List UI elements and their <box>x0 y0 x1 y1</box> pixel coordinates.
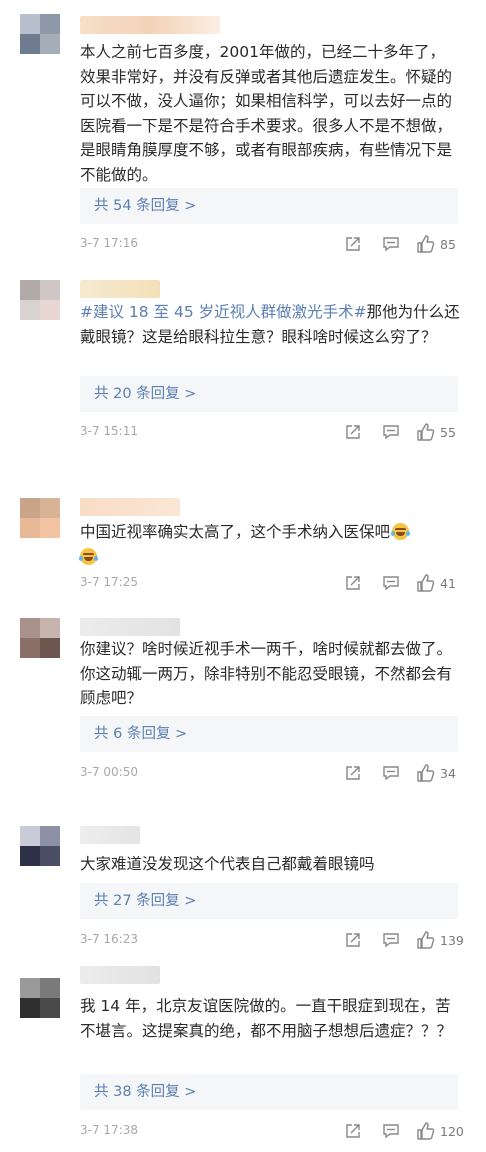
comment-time: 3-7 16:23 <box>80 932 138 946</box>
avatar[interactable] <box>20 498 60 538</box>
comment-time: 3-7 17:25 <box>80 575 138 589</box>
like-count: 120 <box>440 1123 464 1139</box>
like-count: 55 <box>440 424 456 440</box>
share-button[interactable] <box>344 929 362 951</box>
thumbs-up-icon <box>417 1122 435 1140</box>
comment-button[interactable] <box>382 929 400 951</box>
avatar[interactable] <box>20 978 60 1018</box>
thumbs-up-icon <box>417 764 435 782</box>
like-button[interactable]: 139 <box>416 929 464 951</box>
like-button[interactable]: 120 <box>416 1120 464 1142</box>
share-button[interactable] <box>344 762 362 784</box>
like-count: 139 <box>440 932 464 948</box>
comment-button[interactable] <box>382 762 400 784</box>
username-blurred[interactable] <box>80 826 140 844</box>
replies-link[interactable]: 共 20 条回复 > <box>80 376 458 412</box>
comment-button[interactable] <box>382 1120 400 1142</box>
comment-meta: 3-7 00:50 34 <box>80 762 464 784</box>
comment-icon <box>383 933 399 948</box>
share-icon <box>346 1124 360 1138</box>
comment-text: 你建议？啥时候近视手术一两千，啥时候就都去做了。你这动辄一两万，除非特别不能忍受… <box>80 640 453 707</box>
like-count: 85 <box>440 236 456 252</box>
like-button[interactable]: 41 <box>416 572 456 594</box>
comment-text: 本人之前七百多度，2001年做的，已经二十多年了，效果非常好，并没有反弹或者其他… <box>80 43 453 184</box>
comment-body: 中国近视率确实太高了，这个手术纳入医保吧 <box>80 523 391 541</box>
share-button[interactable] <box>344 1120 362 1142</box>
comment-meta: 3-7 17:38 120 <box>80 1120 464 1142</box>
replies-link[interactable]: 共 54 条回复 > <box>80 188 458 224</box>
comment-meta: 3-7 16:23 139 <box>80 929 464 951</box>
comment-text: #建议 18 至 45 岁近视人群做激光手术#那他为什么还戴眼镜？这是给眼科拉生… <box>80 300 460 349</box>
avatar[interactable] <box>20 618 60 658</box>
username-blurred[interactable] <box>80 16 220 34</box>
thumbs-up-icon <box>417 574 435 592</box>
username-blurred[interactable] <box>80 966 160 984</box>
thumbs-up-icon <box>417 931 435 949</box>
comment-icon <box>383 576 399 591</box>
share-button[interactable] <box>344 233 362 255</box>
comment-time: 3-7 17:16 <box>80 236 138 250</box>
share-icon <box>346 576 360 590</box>
comment-button[interactable] <box>382 421 400 443</box>
share-icon <box>346 933 360 947</box>
comment-text: 大家难道没发现这个代表自己都戴着眼镜吗 <box>80 855 375 873</box>
comment-time: 3-7 15:11 <box>80 424 138 438</box>
avatar[interactable] <box>20 826 60 866</box>
replies-link[interactable]: 共 6 条回复 > <box>80 716 458 752</box>
share-icon <box>346 766 360 780</box>
share-button[interactable] <box>344 421 362 443</box>
comment-text: 中国近视率确实太高了，这个手术纳入医保吧 <box>79 520 460 569</box>
like-count: 34 <box>440 765 456 781</box>
avatar[interactable] <box>20 280 60 320</box>
comment-button[interactable] <box>382 233 400 255</box>
thumbs-up-icon <box>417 423 435 441</box>
share-button[interactable] <box>344 572 362 594</box>
comment-icon <box>383 1124 399 1139</box>
laughing-crying-emoji-icon <box>391 523 411 540</box>
replies-link[interactable]: 共 27 条回复 > <box>80 883 458 919</box>
comment-meta: 3-7 15:11 55 <box>80 421 464 443</box>
comment-icon <box>383 766 399 781</box>
like-button[interactable]: 55 <box>416 421 456 443</box>
comment-meta: 3-7 17:25 41 <box>80 572 464 594</box>
share-icon <box>346 425 360 439</box>
laughing-crying-emoji-icon <box>79 547 98 565</box>
comment-meta: 3-7 17:16 85 <box>80 233 464 255</box>
comment-button[interactable] <box>382 572 400 594</box>
hashtag-link[interactable]: #建议 18 至 45 岁近视人群做激光手术# <box>80 303 367 321</box>
like-count: 41 <box>440 575 456 591</box>
like-button[interactable]: 85 <box>416 233 456 255</box>
comment-icon <box>383 425 399 440</box>
replies-link[interactable]: 共 38 条回复 > <box>80 1074 458 1110</box>
like-button[interactable]: 34 <box>416 762 456 784</box>
username-blurred[interactable] <box>80 498 180 516</box>
comment-icon <box>383 237 399 252</box>
share-icon <box>346 237 360 251</box>
comment-time: 3-7 00:50 <box>80 765 138 779</box>
comment-text: 我 14 年，北京友谊医院做的。一直干眼症到现在，苦不堪言。这提案真的绝，都不用… <box>80 997 453 1040</box>
thumbs-up-icon <box>417 235 435 253</box>
username-blurred[interactable] <box>80 618 180 636</box>
avatar[interactable] <box>20 14 60 54</box>
comment-time: 3-7 17:38 <box>80 1123 138 1137</box>
username-blurred[interactable] <box>80 280 160 298</box>
